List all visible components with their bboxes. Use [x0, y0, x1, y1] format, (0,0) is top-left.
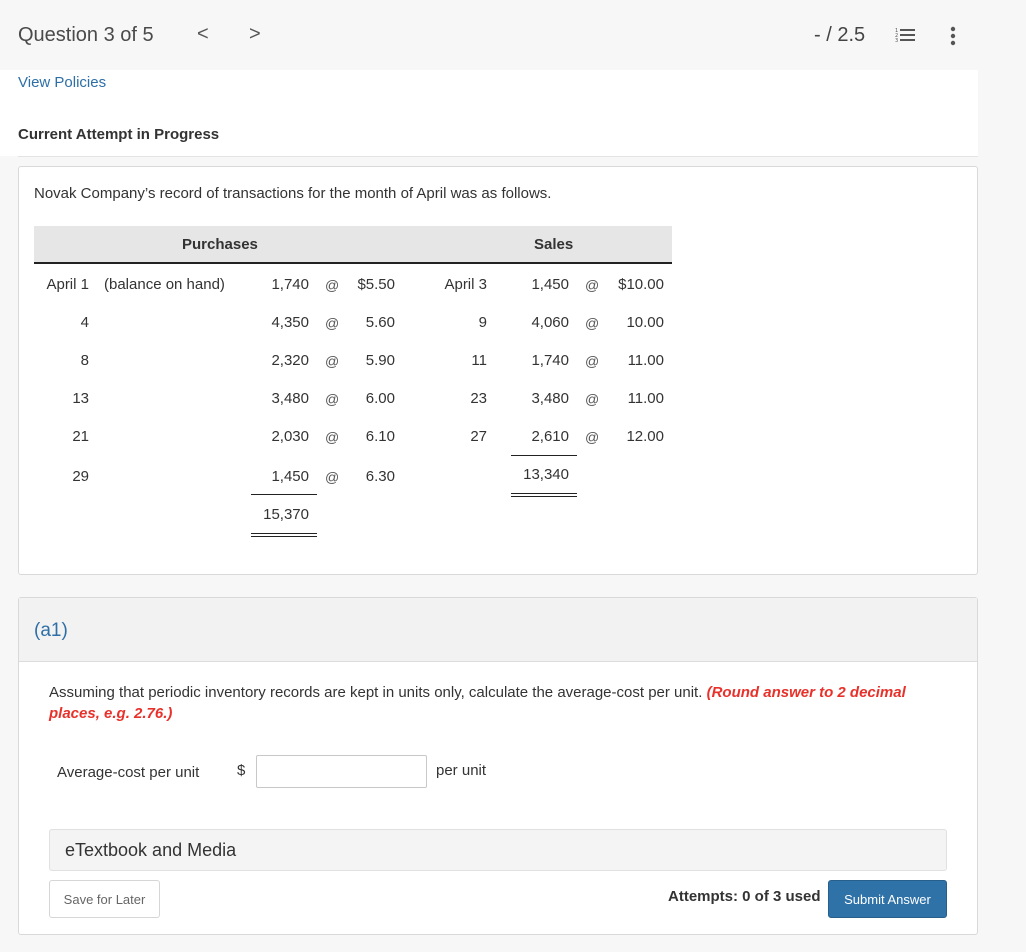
at-symbol: @ [325, 353, 340, 369]
sales-total: 13,340 [523, 466, 569, 483]
sales-header: Sales [534, 236, 574, 253]
purchase-date: 13 [72, 390, 89, 407]
purchase-date: 4 [80, 314, 89, 331]
instruction-text: Assuming that periodic inventory records… [49, 684, 703, 701]
chevron-right-icon[interactable]: > [249, 23, 261, 46]
part-instruction: Assuming that periodic inventory records… [49, 682, 939, 724]
score-display: - / 2.5 [814, 24, 866, 46]
at-symbol: @ [325, 469, 340, 485]
sale-price: $10.00 [618, 276, 664, 293]
at-symbol: @ [585, 391, 600, 407]
etextbook-media-panel[interactable]: eTextbook and Media [49, 829, 947, 871]
sale-units: 4,060 [531, 314, 569, 331]
etextbook-label: eTextbook and Media [65, 840, 237, 860]
divider [18, 156, 978, 157]
top-bar [0, 0, 1026, 70]
question-title: Question 3 of 5 [18, 24, 154, 46]
chevron-left-icon[interactable]: < [197, 23, 209, 46]
average-cost-input[interactable] [256, 755, 427, 788]
submit-answer-button[interactable]: Submit Answer [828, 880, 947, 918]
view-policies-link[interactable]: View Policies [18, 74, 106, 91]
currency-symbol: $ [237, 762, 246, 779]
at-symbol: @ [585, 277, 600, 293]
sale-date: April 3 [444, 276, 487, 293]
sale-price: 10.00 [626, 314, 664, 331]
sale-units: 1,450 [531, 276, 569, 293]
part-label: (a1) [34, 620, 68, 641]
sale-price: 12.00 [626, 428, 664, 445]
at-symbol: @ [585, 353, 600, 369]
purchase-date: 8 [80, 352, 89, 369]
sale-price: 11.00 [627, 390, 664, 407]
sale-date: 11 [471, 352, 487, 369]
at-symbol: @ [585, 429, 600, 445]
problem-intro: Novak Company’s record of transactions f… [34, 185, 552, 202]
attempts-counter: Attempts: 0 of 3 used [668, 888, 821, 905]
purchase-units: 2,320 [271, 352, 309, 369]
purchases-total-double-rule-bottom [251, 536, 317, 537]
purchase-unit-cost: $5.50 [357, 276, 395, 293]
purchases-subtotal-rule [251, 494, 317, 495]
purchases-total-double-rule-top [251, 533, 317, 534]
svg-text:3: 3 [895, 38, 898, 43]
purchase-unit-cost: 6.00 [365, 390, 395, 407]
at-symbol: @ [325, 391, 340, 407]
purchase-unit-cost: 6.30 [365, 468, 395, 485]
sales-total-double-rule-bottom [511, 496, 577, 497]
attempt-header-panel [0, 70, 978, 156]
sales-subtotal-rule [511, 455, 577, 456]
purchases-header: Purchases [182, 236, 258, 253]
more-vertical-icon[interactable] [948, 26, 958, 46]
purchase-unit-cost: 5.90 [365, 352, 395, 369]
numbered-list-icon[interactable]: 1 2 3 [895, 27, 915, 43]
at-symbol: @ [325, 277, 340, 293]
part-a1-header [19, 598, 977, 662]
purchase-unit-cost: 6.10 [365, 428, 395, 445]
purchase-units: 4,350 [271, 314, 309, 331]
purchase-date: 21 [72, 428, 89, 445]
purchases-total: 15,370 [263, 506, 309, 523]
sale-units: 3,480 [531, 390, 569, 407]
purchase-date: 29 [72, 468, 89, 485]
sale-date: 23 [470, 390, 487, 407]
purchase-units: 1,450 [271, 468, 309, 485]
average-cost-label: Average-cost per unit [57, 764, 200, 781]
attempt-status: Current Attempt in Progress [18, 126, 220, 143]
right-gutter [978, 70, 1026, 952]
at-symbol: @ [325, 429, 340, 445]
unit-suffix: per unit [436, 762, 487, 779]
sale-date: 9 [478, 314, 487, 331]
purchase-units: 3,480 [271, 390, 309, 407]
purchase-units: 2,030 [271, 428, 309, 445]
purchase-note: (balance on hand) [104, 276, 225, 293]
sale-date: 27 [470, 428, 487, 445]
sale-units: 1,740 [531, 352, 569, 369]
sale-price: 11.00 [627, 352, 664, 369]
save-for-later-button[interactable]: Save for Later [49, 880, 160, 918]
purchase-unit-cost: 5.60 [365, 314, 395, 331]
at-symbol: @ [585, 315, 600, 331]
at-symbol: @ [325, 315, 340, 331]
purchase-date: April 1 [46, 276, 89, 293]
purchase-units: 1,740 [271, 276, 309, 293]
transactions-table-header [34, 226, 672, 264]
sale-units: 2,610 [531, 428, 569, 445]
sales-total-double-rule-top [511, 493, 577, 494]
